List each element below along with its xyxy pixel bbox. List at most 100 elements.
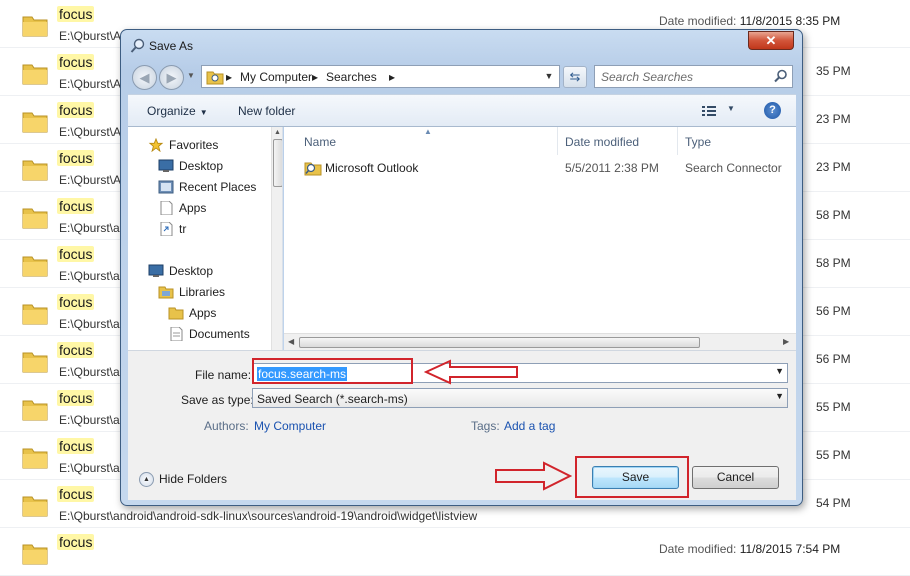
breadcrumb-separator[interactable]: ▸	[226, 70, 232, 84]
result-name: focus	[57, 198, 95, 214]
sidebar-item-documents[interactable]: Documents	[189, 327, 250, 341]
cancel-button[interactable]: Cancel	[692, 466, 779, 489]
result-path: E:\Qburst\android\android-sdk-linux\sour…	[59, 509, 478, 523]
chevron-up-icon: ▲	[139, 472, 154, 488]
save-as-type-label: Save as type:	[181, 393, 254, 407]
folder-icon	[168, 307, 184, 320]
result-path: E:\Qburst\a	[59, 413, 120, 427]
breadcrumb-searches[interactable]: Searches	[326, 70, 377, 84]
address-dropdown[interactable]: ▼	[542, 69, 556, 84]
annotation-box-save	[575, 456, 689, 498]
details-view-icon	[702, 106, 716, 116]
folder-icon	[22, 304, 48, 325]
folder-icon	[22, 160, 48, 181]
result-name: focus	[57, 534, 95, 550]
recent-places-icon	[158, 180, 174, 194]
sidebar-item-favorites[interactable]: Favorites	[169, 138, 218, 152]
result-time: 54 PM	[816, 496, 851, 510]
chevron-down-icon: ▼	[199, 108, 208, 117]
back-button[interactable]: ◀	[132, 65, 157, 90]
recent-locations-dropdown[interactable]: ▼	[187, 71, 195, 80]
result-date: Date modified: 11/8/2015 7:54 PM	[659, 542, 841, 556]
result-path: E:\Qburst\a	[59, 461, 120, 475]
help-button[interactable]: ?	[764, 102, 781, 119]
folder-icon	[22, 352, 48, 373]
close-button[interactable]: ✕	[748, 31, 794, 50]
authors-link[interactable]: My Computer	[254, 419, 326, 433]
result-time: 23 PM	[816, 112, 851, 126]
scroll-up-icon[interactable]: ▲	[274, 129, 281, 136]
result-name: focus	[57, 102, 95, 118]
result-name: focus	[57, 486, 95, 502]
change-view-button[interactable]: ▼	[701, 102, 741, 120]
scroll-left-icon[interactable]: ◀	[288, 337, 294, 346]
refresh-button[interactable]: ⇆	[563, 66, 587, 88]
refresh-icon: ⇆	[569, 69, 581, 84]
annotation-arrow-left-icon	[424, 359, 518, 385]
result-name: focus	[57, 150, 95, 166]
document-icon	[160, 201, 173, 215]
sidebar-item-libraries[interactable]: Libraries	[179, 285, 225, 299]
result-time: 55 PM	[816, 448, 851, 462]
result-name: focus	[57, 54, 95, 70]
sidebar-item-library-apps[interactable]: Apps	[189, 306, 216, 320]
authors-label: Authors:	[204, 419, 249, 433]
forward-button[interactable]: ▶	[159, 65, 184, 90]
result-name: focus	[57, 342, 95, 358]
column-header-type[interactable]: Type	[685, 135, 711, 149]
search-folder-icon	[206, 71, 224, 85]
column-divider[interactable]	[677, 127, 678, 155]
sidebar-item-desktop[interactable]: Desktop	[179, 159, 223, 173]
result-name: focus	[57, 294, 95, 310]
result-date: Date modified: 11/8/2015 8:35 PM	[659, 14, 841, 28]
sidebar-item-apps[interactable]: Apps	[179, 201, 206, 215]
result-path: E:\Qburst\a	[59, 365, 120, 379]
column-divider[interactable]	[557, 127, 558, 155]
dialog-title: Save As	[149, 39, 194, 53]
folder-icon	[22, 544, 48, 565]
search-icon	[774, 69, 787, 83]
address-bar[interactable]: ▸ My Computer ▸ Searches ▸ ▼	[201, 65, 560, 88]
column-header-date-modified[interactable]: Date modified	[565, 135, 639, 149]
scrollbar-thumb[interactable]	[299, 337, 700, 348]
result-path: E:\Qburst\A	[59, 77, 122, 91]
hide-folders-button[interactable]: ▲ Hide Folders	[139, 472, 227, 488]
result-time: 56 PM	[816, 304, 851, 318]
result-path: E:\Qburst\a	[59, 269, 120, 283]
nav-scrollbar[interactable]: ▲	[271, 127, 282, 350]
table-row[interactable]: Microsoft Outlook 5/5/2011 2:38 PM Searc…	[284, 157, 794, 179]
folder-icon	[22, 64, 48, 85]
scrollbar-thumb[interactable]	[273, 139, 282, 187]
file-date: 5/5/2011 2:38 PM	[565, 161, 659, 175]
chevron-down-icon[interactable]: ▼	[775, 366, 784, 376]
result-path: E:\Qburst\A	[59, 29, 122, 43]
result-time: 35 PM	[816, 64, 851, 78]
column-header-name[interactable]: Name	[304, 135, 336, 149]
add-tag-link[interactable]: Add a tag	[504, 419, 555, 433]
annotation-arrow-right-icon	[495, 461, 572, 491]
sort-ascending-icon: ▲	[424, 127, 432, 136]
breadcrumb-separator[interactable]: ▸	[312, 70, 318, 84]
arrow-right-icon: ▶	[166, 70, 177, 85]
folder-icon	[22, 256, 48, 277]
folder-icon	[22, 112, 48, 133]
chevron-down-icon[interactable]: ▼	[775, 391, 784, 401]
new-folder-button[interactable]: New folder	[238, 104, 295, 118]
desktop-icon	[158, 159, 174, 172]
sidebar-item-recent-places[interactable]: Recent Places	[179, 180, 256, 194]
save-as-type-select[interactable]: Saved Search (*.search-ms) ▼	[252, 388, 788, 408]
result-time: 55 PM	[816, 400, 851, 414]
search-input[interactable]	[599, 68, 769, 85]
breadcrumb-my-computer[interactable]: My Computer	[240, 70, 312, 84]
search-box[interactable]	[594, 65, 793, 88]
sidebar-item-desktop-root[interactable]: Desktop	[169, 264, 213, 278]
folder-icon	[22, 496, 48, 517]
horizontal-scrollbar[interactable]: ◀ ▶	[284, 333, 796, 350]
result-path: E:\Qburst\A	[59, 125, 122, 139]
breadcrumb-separator[interactable]: ▸	[389, 70, 395, 84]
scroll-right-icon[interactable]: ▶	[783, 337, 789, 346]
list-item[interactable]: focus Date modified: 11/8/2015 7:54 PM	[0, 528, 910, 576]
organize-menu[interactable]: Organize ▼	[147, 104, 208, 118]
sidebar-item-tr[interactable]: tr	[179, 222, 186, 236]
result-name: focus	[57, 390, 95, 406]
